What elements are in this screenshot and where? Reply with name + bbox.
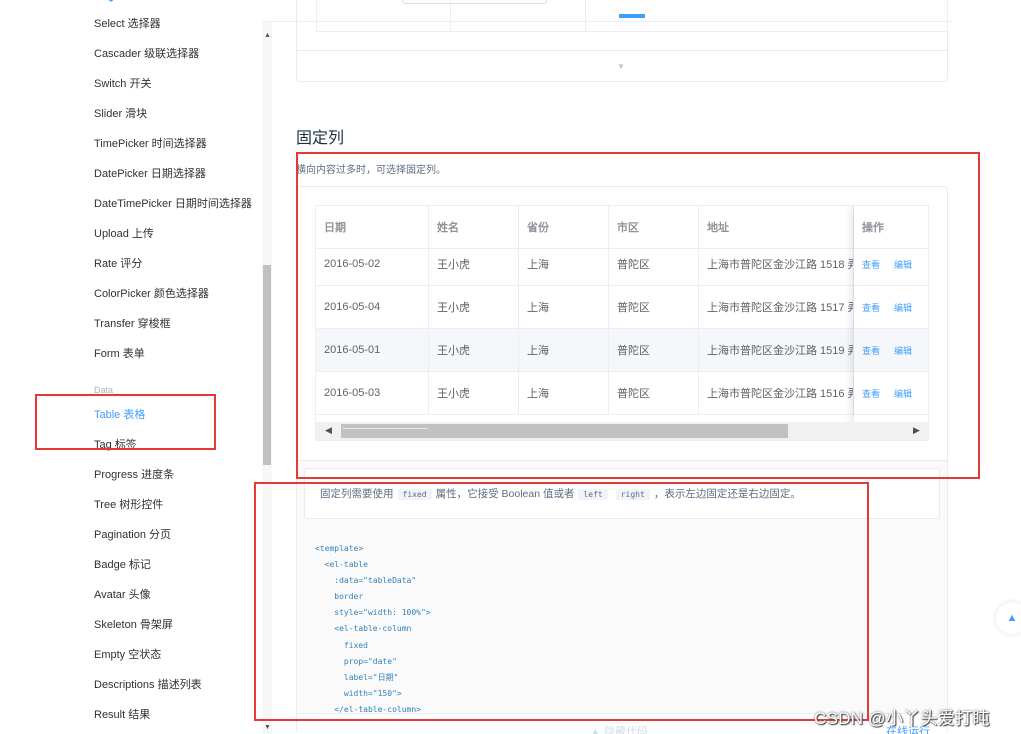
sidebar-item-form[interactable]: Form 表单	[94, 347, 145, 361]
chevron-down-icon[interactable]: ▼	[617, 62, 625, 71]
sidebar-item-cascader[interactable]: Cascader 级联选择器	[94, 47, 199, 61]
sidebar-item-rate[interactable]: Rate 评分	[94, 257, 142, 271]
sidebar-item-skeleton[interactable]: Skeleton 骨架屏	[94, 618, 173, 632]
watermark: CSDN @小丫头爱打盹	[814, 709, 990, 728]
back-to-top-icon[interactable]: ▲	[996, 602, 1021, 634]
sidebar: Select 选择器 Cascader 级联选择器 Switch 开关 Slid…	[0, 0, 262, 734]
sidebar-item-datetimepicker[interactable]: DateTimePicker 日期时间选择器	[94, 197, 252, 211]
hide-code-button[interactable]: ▲ 隐藏代码	[590, 723, 648, 734]
sidebar-item-tree[interactable]: Tree 树形控件	[94, 498, 163, 512]
sidebar-item-switch[interactable]: Switch 开关	[94, 77, 151, 91]
sidebar-item-result[interactable]: Result 结果	[94, 708, 150, 722]
highlight-box-sidebar	[35, 394, 216, 450]
sidebar-item-pagination[interactable]: Pagination 分页	[94, 528, 171, 542]
sidebar-item-datepicker[interactable]: DatePicker 日期选择器	[94, 167, 206, 181]
previous-table-divider	[585, 0, 586, 31]
sidebar-item-slider[interactable]: Slider 滑块	[94, 107, 147, 121]
sidebar-item-timepicker[interactable]: TimePicker 时间选择器	[94, 137, 207, 151]
sidebar-item-colorpicker[interactable]: ColorPicker 颜色选择器	[94, 287, 209, 301]
sidebar-item-upload[interactable]: Upload 上传	[94, 227, 154, 241]
previous-table-divider	[450, 0, 451, 31]
scroll-down-icon[interactable]: ▼	[264, 724, 271, 731]
previous-demo-divider	[297, 50, 947, 51]
sidebar-item-badge[interactable]: Badge 标记	[94, 558, 151, 572]
sidebar-item-transfer[interactable]: Transfer 穿梭框	[94, 317, 171, 331]
previous-link[interactable]	[619, 14, 645, 18]
sidebar-item-empty[interactable]: Empty 空状态	[94, 648, 161, 662]
sidebar-item-avatar[interactable]: Avatar 头像	[94, 588, 151, 602]
page: Select 选择器 Cascader 级联选择器 Switch 开关 Slid…	[0, 0, 1021, 734]
sidebar-item-descriptions[interactable]: Descriptions 描述列表	[94, 678, 202, 692]
highlight-box-table	[296, 152, 980, 479]
sidebar-item-select[interactable]: Select 选择器	[94, 17, 161, 31]
section-title: 固定列	[296, 130, 345, 147]
sidebar-item-progress[interactable]: Progress 进度条	[94, 468, 174, 482]
highlight-box-code	[254, 482, 869, 721]
scroll-up-icon[interactable]: ▲	[264, 32, 271, 39]
sidebar-scroll-thumb[interactable]	[263, 265, 271, 465]
